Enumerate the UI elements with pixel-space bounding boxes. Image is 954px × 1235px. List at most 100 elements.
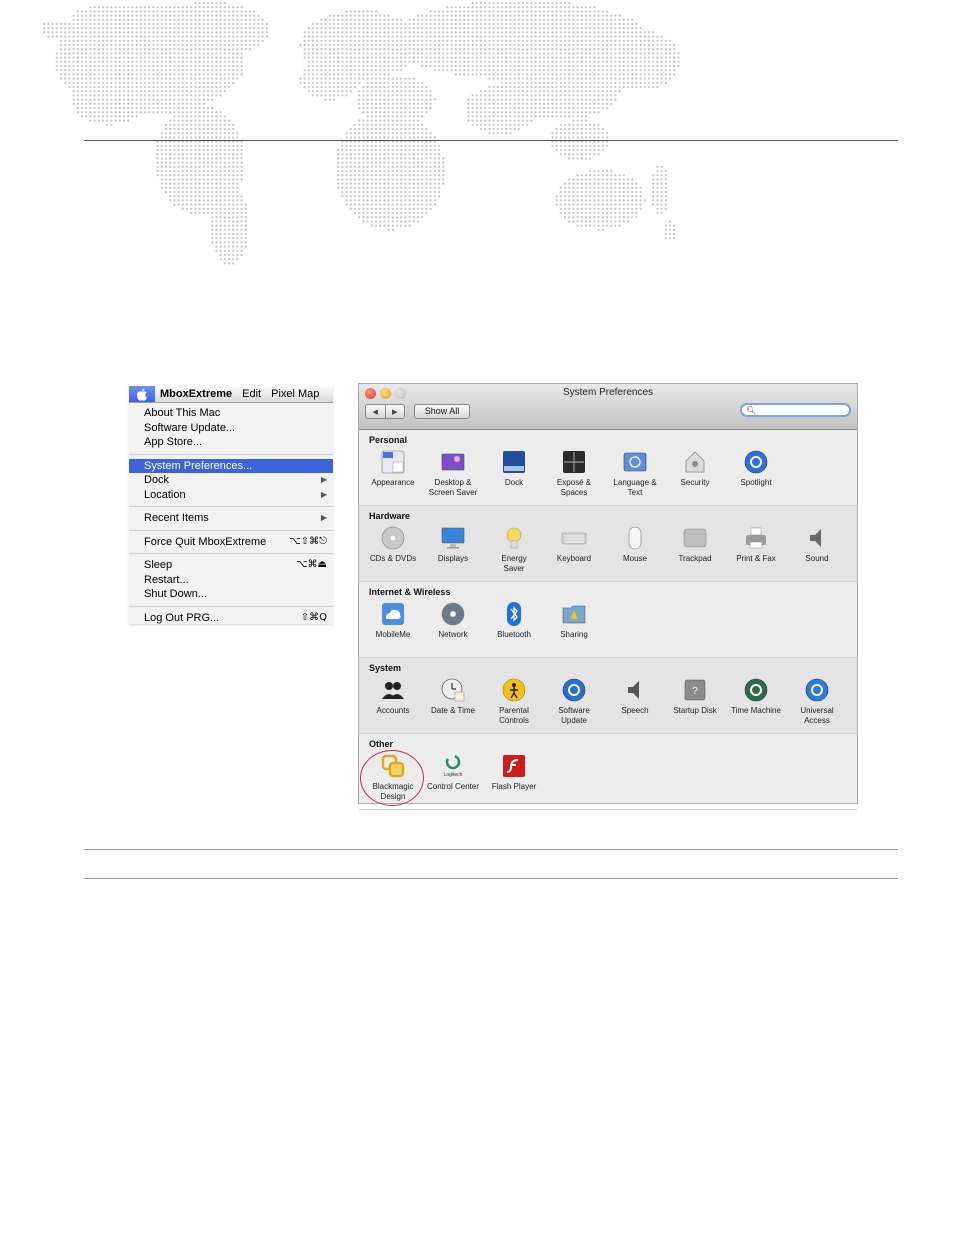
map-dot: [400, 27, 403, 30]
map-dot: [471, 14, 474, 17]
pane-printer[interactable]: Print & Fax: [726, 525, 786, 564]
map-dot: [64, 43, 67, 47]
pane-dock[interactable]: Dock: [484, 449, 544, 488]
map-dot: [114, 77, 117, 80]
pane-logitech[interactable]: Logitech Control Center: [423, 753, 483, 792]
menu-item-system-preferences[interactable]: System Preferences...: [129, 458, 333, 473]
map-dot: [80, 35, 84, 38]
pane-appearance[interactable]: Appearance: [363, 449, 423, 488]
map-dot: [631, 85, 634, 89]
map-dot: [122, 56, 126, 59]
map-dot: [559, 85, 562, 89]
pane-parental[interactable]: Parental Controls: [484, 677, 544, 726]
map-dot: [555, 31, 558, 34]
pane-speech[interactable]: Speech: [605, 677, 665, 716]
map-dot: [580, 64, 583, 68]
map-dot: [391, 98, 394, 101]
pane-bluetooth[interactable]: Bluetooth: [484, 601, 544, 640]
pane-datetime[interactable]: Date & Time: [423, 677, 483, 716]
map-dot: [404, 77, 407, 80]
pane-network[interactable]: Network: [423, 601, 483, 640]
menu-item-force-quit-mboxextreme[interactable]: Force Quit MboxExtreme ⌥⇧⌘⎋: [129, 535, 333, 550]
pane-cd[interactable]: CDs & DVDs: [363, 525, 423, 564]
forward-arrow-icon[interactable]: ▶: [386, 405, 405, 418]
map-dot: [395, 119, 399, 122]
map-dot: [454, 52, 457, 55]
map-dot: [206, 174, 210, 177]
menu-item-about-this-mac[interactable]: About This Mac: [129, 406, 333, 421]
map-dot: [568, 123, 571, 126]
map-dot: [211, 228, 214, 231]
map-dot: [437, 60, 441, 63]
pane-time-machine[interactable]: Time Machine: [726, 677, 786, 716]
menu-item-log-out-prg[interactable]: Log Out PRG... ⇧⌘Q: [129, 611, 333, 626]
pane-mouse[interactable]: Mouse: [605, 525, 665, 564]
map-dot: [383, 94, 386, 97]
map-dot: [316, 35, 319, 38]
map-dot: [521, 39, 525, 42]
map-dot: [534, 48, 537, 51]
map-dot: [362, 94, 365, 97]
map-dot: [572, 190, 575, 194]
pane-language[interactable]: Language & Text: [605, 449, 665, 498]
pane-flash[interactable]: Flash Player: [484, 753, 544, 792]
map-dot: [614, 190, 617, 194]
map-dot: [664, 77, 667, 80]
menu-item-restart[interactable]: Restart...: [129, 573, 333, 588]
map-dot: [584, 94, 588, 97]
map-dot: [542, 102, 546, 105]
map-dot: [324, 73, 327, 76]
pane-sharing[interactable]: Sharing: [544, 601, 604, 640]
map-dot: [395, 169, 399, 173]
map-dot: [185, 43, 189, 47]
map-dot: [366, 102, 369, 105]
map-dot: [433, 31, 436, 34]
pane-keyboard[interactable]: Keyboard: [544, 525, 604, 564]
menu-item-recent-items[interactable]: Recent Items ▶: [129, 511, 333, 526]
map-dot: [488, 48, 491, 51]
pane-universal-access[interactable]: Universal Access: [787, 677, 847, 726]
pane-mobileme[interactable]: MobileMe: [363, 601, 423, 640]
map-dot: [597, 60, 600, 63]
map-dot: [517, 127, 520, 131]
pane-displays[interactable]: Displays: [423, 525, 483, 564]
pane-software-update[interactable]: Software Update: [544, 677, 604, 726]
menubar-edit[interactable]: Edit: [237, 388, 266, 400]
back-arrow-icon[interactable]: ◀: [366, 405, 386, 418]
map-dot: [484, 52, 487, 55]
map-dot: [127, 73, 130, 76]
map-dot: [425, 39, 428, 42]
pane-security[interactable]: Security: [665, 449, 725, 488]
search-input[interactable]: 🔍︎: [740, 403, 851, 417]
pane-spotlight[interactable]: Spotlight: [726, 449, 786, 488]
pane-energy[interactable]: Energy Saver: [484, 525, 544, 574]
pane-sound[interactable]: Sound: [787, 525, 847, 564]
pane-expose[interactable]: Exposé & Spaces: [544, 449, 604, 498]
menubar-pixel-map[interactable]: Pixel Map: [266, 388, 324, 400]
menubar-app-name[interactable]: MboxExtreme: [155, 388, 237, 400]
map-dot: [131, 98, 134, 101]
map-dot: [412, 39, 415, 42]
pane-desktop[interactable]: Desktop & Screen Saver: [423, 449, 483, 498]
menu-item-software-update[interactable]: Software Update...: [129, 421, 333, 436]
apple-logo-icon[interactable]: [129, 386, 155, 402]
pane-accounts[interactable]: Accounts: [363, 677, 423, 716]
pane-trackpad[interactable]: Trackpad: [665, 525, 725, 564]
map-dot: [429, 174, 432, 177]
map-dot: [177, 56, 180, 59]
map-dot: [563, 127, 567, 131]
menu-item-dock[interactable]: Dock ▶: [129, 473, 333, 488]
map-dot: [509, 27, 512, 30]
show-all-button[interactable]: Show All: [414, 404, 470, 419]
menu-item-app-store[interactable]: App Store...: [129, 435, 333, 450]
map-dot: [160, 35, 163, 38]
map-dot: [215, 56, 218, 59]
pane-startup-disk[interactable]: ? Startup Disk: [665, 677, 725, 716]
map-dot: [442, 52, 445, 55]
menu-item-location[interactable]: Location ▶: [129, 488, 333, 503]
map-dot: [307, 31, 310, 34]
menu-item-sleep[interactable]: Sleep ⌥⌘⏏: [129, 558, 333, 573]
menu-item-shut-down[interactable]: Shut Down...: [129, 587, 333, 602]
map-dot: [374, 18, 378, 21]
map-dot: [572, 153, 575, 156]
